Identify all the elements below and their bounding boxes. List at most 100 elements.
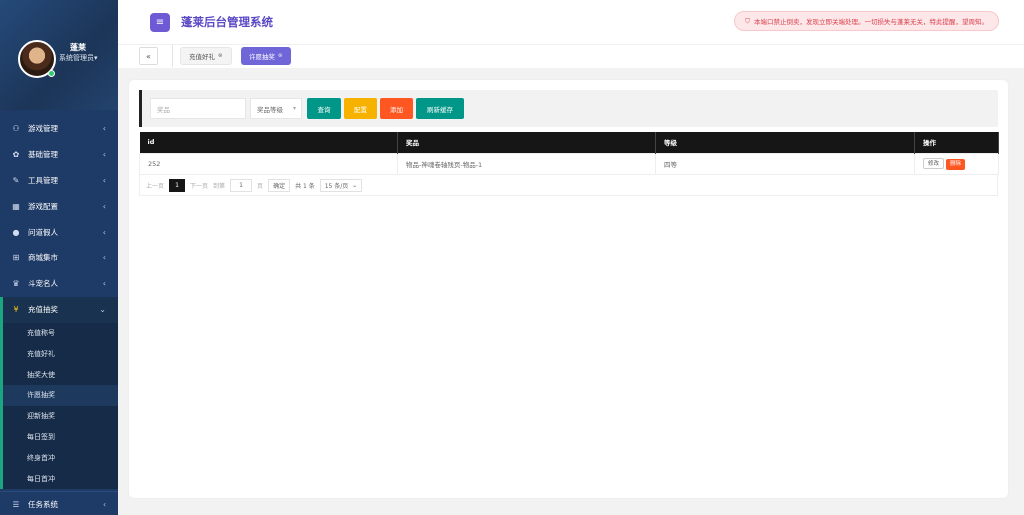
gear-icon: ✿ bbox=[12, 150, 20, 160]
sidebar-item-pet-celebrities[interactable]: ♛ 斗宠名人 ‹ bbox=[0, 271, 118, 297]
prize-search-input[interactable]: 奖品 bbox=[150, 98, 246, 119]
notice-banner: ⛉ 本端口禁止倒卖，发现立即关端处理。一切损失与蓬莱无关，特此提醒，望周知。 bbox=[734, 11, 999, 31]
prize-level-select[interactable]: 奖品等级 ▾ bbox=[250, 98, 302, 119]
chevron-left-icon: ‹ bbox=[102, 279, 106, 289]
sidebar-item-label: 商城集市 bbox=[28, 253, 58, 263]
shield-icon: ⛉ bbox=[745, 16, 750, 25]
submenu-item-lottery-ambassador[interactable]: 抽奖大使 bbox=[3, 364, 118, 385]
cell-level: 四等 bbox=[655, 152, 915, 175]
sidebar-nav: ⚇ 游戏管理 ‹ ✿ 基础管理 ‹ ✎ 工具管理 ‹ ▦ 游戏配置 ‹ ● 问道… bbox=[0, 116, 118, 489]
close-icon[interactable]: ⊗ bbox=[278, 53, 283, 59]
top-header: ≡ 蓬莱后台管理系统 ⛉ 本端口禁止倒卖，发现立即关端处理。一切损失与蓬莱无关，… bbox=[118, 0, 1024, 44]
submenu-item-daily-first-charge[interactable]: 每日首冲 bbox=[3, 468, 118, 489]
user-name: 蓬莱 bbox=[70, 43, 86, 52]
table-header-row: id 奖品 等级 操作 bbox=[139, 132, 999, 153]
column-header-id[interactable]: id bbox=[139, 132, 398, 153]
chevron-down-icon: ⌄ bbox=[352, 181, 358, 189]
chevron-left-icon: ‹ bbox=[102, 150, 106, 160]
table-icon: ▦ bbox=[12, 201, 20, 211]
sidebar-item-label: 充值抽奖 bbox=[28, 305, 58, 315]
trophy-icon: ♛ bbox=[12, 279, 20, 289]
prize-level-select-value: 奖品等级 bbox=[257, 105, 283, 114]
sidebar-item-label: 斗宠名人 bbox=[28, 279, 58, 289]
yen-icon: ¥ bbox=[13, 305, 19, 315]
sidebar-item-label: 任务系统 bbox=[28, 500, 58, 509]
pagination: 上一页 1 下一页 到第 1 页 确定 共 1 条 15 条/页 ⌄ bbox=[139, 175, 998, 196]
submenu-item-lifetime-first-charge[interactable]: 终身首冲 bbox=[3, 447, 118, 468]
chevron-left-icon: ‹ bbox=[102, 175, 106, 185]
wrench-icon: ✎ bbox=[12, 175, 20, 185]
goto-label: 到第 bbox=[213, 182, 226, 190]
edit-button[interactable]: 修改 bbox=[923, 157, 945, 169]
sidebar-item-game-config[interactable]: ▦ 游戏配置 ‹ bbox=[0, 193, 118, 219]
page-unit-label: 页 bbox=[257, 182, 264, 190]
page-size-value: 15 条/页 bbox=[324, 182, 349, 190]
submenu-item-wish-lottery[interactable]: 许愿抽奖 bbox=[3, 384, 118, 406]
tab-bar: « 充值好礼 ⊗ 许愿抽奖 ⊗ bbox=[118, 44, 1024, 68]
sidebar-item-fake-players[interactable]: ● 问道假人 ‹ bbox=[0, 219, 118, 245]
close-icon[interactable]: ⊗ bbox=[218, 53, 223, 59]
gamepad-icon: ⚇ bbox=[12, 124, 20, 134]
sidebar-item-recharge-lottery[interactable]: ¥ 充值抽奖 ⌄ bbox=[0, 296, 118, 323]
hamburger-icon: ≡ bbox=[155, 17, 165, 28]
tab-label: 许愿抽奖 bbox=[249, 53, 275, 61]
cell-prize: 物品-神魂卷轴残页-物品-1 bbox=[397, 152, 656, 175]
chevron-down-icon: ⌄ bbox=[99, 305, 106, 315]
submenu-item-recharge-title[interactable]: 充值称号 bbox=[3, 323, 118, 344]
chevron-left-icon: ‹ bbox=[103, 500, 106, 509]
sidebar-item-label: 游戏配置 bbox=[28, 201, 58, 211]
add-button[interactable]: 添加 bbox=[380, 98, 413, 119]
column-header-actions: 操作 bbox=[914, 132, 999, 153]
config-button[interactable]: 配置 bbox=[344, 98, 377, 119]
tab-divider bbox=[172, 45, 173, 67]
goto-confirm-button[interactable]: 确定 bbox=[268, 178, 291, 192]
page-number-input[interactable]: 1 bbox=[230, 178, 253, 192]
submenu-item-recharge-gift[interactable]: 充值好礼 bbox=[3, 343, 118, 364]
chevron-left-icon: ‹ bbox=[102, 227, 106, 237]
sidebar-item-basic-management[interactable]: ✿ 基础管理 ‹ bbox=[0, 142, 118, 168]
notice-text: 本端口禁止倒卖，发现立即关端处理。一切损失与蓬莱无关，特此提醒，望周知。 bbox=[754, 18, 988, 26]
next-page-link[interactable]: 下一页 bbox=[190, 181, 208, 190]
prize-table: id 奖品 等级 操作 252 物品-神魂卷轴残页-物品-1 四等 修改 删除 bbox=[139, 132, 999, 175]
chevron-left-icon: ‹ bbox=[102, 201, 106, 211]
sidebar-item-game-management[interactable]: ⚇ 游戏管理 ‹ bbox=[0, 116, 118, 142]
content-card: 奖品 奖品等级 ▾ 查询 配置 添加 刷新缓存 id 奖品 等级 操作 252 … bbox=[129, 80, 1008, 498]
column-header-prize[interactable]: 奖品 bbox=[397, 132, 656, 153]
submenu-recharge-lottery: 充值称号 充值好礼 抽奖大使 许愿抽奖 迎新抽奖 每日签到 终身首冲 每日首冲 bbox=[0, 322, 118, 489]
query-button[interactable]: 查询 bbox=[307, 98, 341, 119]
tab-label: 充值好礼 bbox=[189, 53, 215, 61]
sidebar-item-label: 问道假人 bbox=[28, 227, 58, 237]
total-count: 共 1 条 bbox=[295, 182, 315, 190]
sidebar-item-label: 基础管理 bbox=[28, 150, 58, 160]
user-icon: ● bbox=[12, 227, 20, 237]
refresh-cache-button[interactable]: 刷新缓存 bbox=[416, 98, 464, 119]
sidebar-item-task-system[interactable]: ☰ 任务系统 ‹ bbox=[0, 491, 118, 515]
profile-panel: 蓬莱 系统管理员▾ bbox=[0, 0, 118, 110]
collapse-tabs-button[interactable]: « bbox=[139, 47, 158, 65]
sidebar-item-label: 工具管理 bbox=[28, 175, 58, 185]
prev-page-link[interactable]: 上一页 bbox=[146, 181, 164, 190]
caret-down-icon: ▾ bbox=[292, 105, 296, 112]
user-role-dropdown[interactable]: 系统管理员▾ bbox=[59, 53, 98, 63]
cart-icon: ⊞ bbox=[12, 253, 20, 263]
cell-actions: 修改 删除 bbox=[914, 152, 999, 175]
submenu-item-daily-checkin[interactable]: 每日签到 bbox=[3, 427, 118, 448]
chevron-left-icon: ‹ bbox=[102, 124, 106, 134]
chevron-left-icon: ‹ bbox=[102, 253, 106, 263]
app-title: 蓬莱后台管理系统 bbox=[181, 15, 273, 29]
tab-wish-lottery[interactable]: 许愿抽奖 ⊗ bbox=[241, 47, 291, 65]
sidebar: 蓬莱 系统管理员▾ ⚇ 游戏管理 ‹ ✿ 基础管理 ‹ ✎ 工具管理 ‹ ▦ 游… bbox=[0, 0, 118, 515]
page-size-select[interactable]: 15 条/页 ⌄ bbox=[319, 178, 363, 192]
cell-id: 252 bbox=[139, 152, 398, 175]
tab-recharge-gift[interactable]: 充值好礼 ⊗ bbox=[180, 47, 232, 65]
online-status-dot bbox=[48, 70, 55, 77]
current-page[interactable]: 1 bbox=[169, 178, 186, 192]
column-header-level[interactable]: 等级 bbox=[655, 132, 915, 153]
menu-toggle-button[interactable]: ≡ bbox=[150, 13, 170, 32]
delete-button[interactable]: 删除 bbox=[946, 158, 966, 170]
submenu-item-welcome-lottery[interactable]: 迎新抽奖 bbox=[3, 406, 118, 427]
sidebar-item-label: 游戏管理 bbox=[28, 124, 58, 134]
table-row[interactable]: 252 物品-神魂卷轴残页-物品-1 四等 修改 删除 bbox=[139, 152, 999, 175]
sidebar-item-tool-management[interactable]: ✎ 工具管理 ‹ bbox=[0, 168, 118, 194]
sidebar-item-mall-market[interactable]: ⊞ 商城集市 ‹ bbox=[0, 245, 118, 271]
